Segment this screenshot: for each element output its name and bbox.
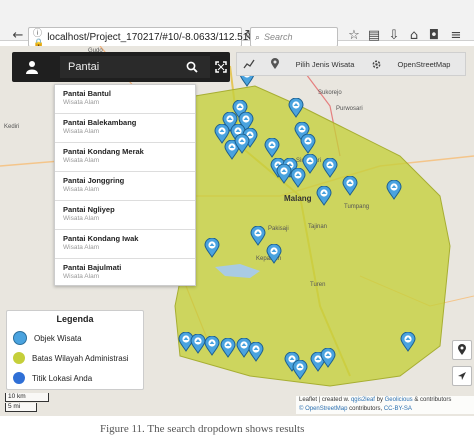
location-swatch-icon (13, 372, 25, 384)
result-item[interactable]: Pantai Bajulmati Wisata Alam (55, 259, 195, 288)
result-category: Wisata Alam (63, 273, 100, 280)
tourism-marker-icon[interactable] (288, 97, 304, 118)
chart-icon[interactable] (237, 53, 261, 75)
tourism-marker-icon[interactable] (204, 237, 220, 258)
attribution-text: by (374, 397, 385, 403)
legend-title: Legenda (56, 314, 94, 324)
browser-search-placeholder: Search (264, 32, 293, 42)
legend-row-objek: Objek Wisata (13, 329, 82, 347)
result-category: Wisata Alam (63, 186, 100, 193)
qgis2leaf-link[interactable]: qgis2leaf (351, 397, 375, 403)
pocket-icon[interactable]: ◘ (424, 25, 444, 45)
scale-bar: 10 km 5 mi (5, 393, 75, 413)
basemap-select[interactable]: OpenStreetMap (387, 53, 461, 75)
search-icon: ⌕ (255, 31, 261, 42)
menu-icon[interactable]: ≡ (446, 25, 466, 45)
result-name: Pantai Kondang Merak (63, 147, 144, 156)
legend-row-batas: Batas Wilayah Administrasi (13, 349, 128, 367)
tourism-marker-icon[interactable] (400, 331, 416, 352)
result-category: Wisata Alam (63, 244, 100, 251)
tourism-marker-icon[interactable] (248, 341, 264, 362)
category-select[interactable]: Pilih Jenis Wisata (289, 53, 361, 75)
search-icon[interactable] (182, 57, 202, 77)
bookmark-star-icon[interactable]: ☆ (344, 25, 364, 45)
attribution-text: Leaflet | created w. (299, 397, 351, 403)
figure-caption: Figure 11. The search dropdown shows res… (0, 418, 474, 440)
browser-toolbar: ← ⓘ 🔒 localhost/Project_170217/#10/-8.06… (0, 0, 474, 49)
back-icon[interactable]: ← (8, 25, 28, 45)
tourism-marker-icon[interactable] (264, 137, 280, 158)
tourism-marker-icon[interactable] (302, 153, 318, 174)
map-label-malang: Malang (284, 194, 312, 203)
scale-mi: 5 mi (5, 403, 37, 412)
tourism-marker-icon[interactable] (266, 243, 282, 264)
result-name: Pantai Kondang Iwak (63, 234, 139, 243)
result-item[interactable]: Pantai Kondang Merak Wisata Alam (55, 143, 195, 172)
tourism-marker-icon[interactable] (292, 359, 308, 380)
result-name: Pantai Ngliyep (63, 205, 115, 214)
map-label-kediri: Kediri (4, 124, 20, 130)
tourism-marker-icon[interactable] (316, 185, 332, 206)
fullscreen-icon[interactable] (212, 57, 230, 77)
region-swatch-icon (13, 352, 25, 364)
map-legend: Legenda Objek Wisata Batas Wilayah Admin… (6, 310, 144, 390)
user-icon[interactable] (12, 52, 52, 82)
result-item[interactable]: Pantai Bantul Wisata Alam (55, 85, 195, 114)
result-name: Pantai Bajulmati (63, 263, 122, 272)
downloads-icon[interactable]: ⇩ (384, 25, 404, 45)
map-label-sukorejo: Sukorejo (318, 90, 342, 96)
layers-gear-icon[interactable] (367, 53, 385, 75)
map-label-tumpang: Tumpang (344, 204, 370, 210)
map-label-pakisaji: Pakisaji (268, 226, 289, 232)
legend-label: Batas Wilayah Administrasi (32, 353, 129, 363)
result-category: Wisata Alam (63, 99, 100, 106)
tourism-marker-icon[interactable] (234, 133, 250, 154)
search-results-dropdown: Pantai Bantul Wisata Alam Pantai Balekamb… (54, 84, 196, 286)
tourism-marker-icon[interactable] (220, 337, 236, 358)
locate-me-icon[interactable] (452, 340, 472, 360)
map-label-turen: Turen (310, 282, 326, 288)
result-category: Wisata Alam (63, 215, 100, 222)
reading-list-icon[interactable]: ▤ (364, 25, 384, 45)
browser-search-input[interactable]: ⌕ Search (250, 27, 338, 47)
tourism-marker-icon[interactable] (320, 347, 336, 368)
map-label-tajinan: Tajinan (308, 224, 328, 230)
legend-label: Titik Lokasi Anda (32, 373, 93, 383)
map-control-bar: Pilih Jenis Wisata OpenStreetMap (236, 52, 466, 76)
legend-row-titik: Titik Lokasi Anda (13, 369, 92, 387)
geolicious-link[interactable]: Geolicious (385, 397, 413, 403)
result-item[interactable]: Pantai Jonggring Wisata Alam (55, 172, 195, 201)
map-attribution: Leaflet | created w. qgis2leaf by Geolic… (296, 396, 474, 414)
result-name: Pantai Jonggring (63, 176, 125, 185)
attribution-text: & contributors (412, 397, 452, 403)
tourism-marker-icon[interactable] (250, 225, 266, 246)
marker-swatch-icon (13, 331, 27, 345)
result-category: Wisata Alam (63, 157, 100, 164)
osm-link[interactable]: © OpenStreetMap (299, 406, 347, 412)
result-item[interactable]: Pantai Ngliyep Wisata Alam (55, 201, 195, 230)
result-category: Wisata Alam (63, 128, 100, 135)
scale-km: 10 km (5, 393, 49, 402)
tourism-marker-icon[interactable] (204, 335, 220, 356)
url-bar[interactable]: ⓘ 🔒 localhost/Project_170217/#10/-8.0633… (28, 27, 259, 49)
search-panel: Pantai (12, 52, 230, 82)
license-link[interactable]: CC-BY-SA (384, 406, 412, 412)
home-icon[interactable]: ⌂ (404, 25, 424, 45)
result-item[interactable]: Pantai Balekambang Wisata Alam (55, 114, 195, 143)
result-name: Pantai Bantul (63, 89, 111, 98)
navigate-arrow-icon[interactable] (452, 366, 472, 386)
pin-icon[interactable] (263, 53, 287, 75)
tourism-marker-icon[interactable] (386, 179, 402, 200)
result-item[interactable]: Pantai Kondang Iwak Wisata Alam (55, 230, 195, 259)
url-text: localhost/Project_170217/#10/-8.0633/112… (47, 31, 260, 43)
tourism-marker-icon[interactable] (342, 175, 358, 196)
result-name: Pantai Balekambang (63, 118, 137, 127)
tourism-marker-icon[interactable] (322, 157, 338, 178)
attribution-text: contributors, (347, 405, 383, 412)
tourism-marker-icon[interactable] (276, 163, 292, 184)
map-label-purwosari: Purwosari (336, 106, 363, 112)
tourism-marker-icon[interactable] (300, 133, 316, 154)
legend-label: Objek Wisata (34, 333, 82, 343)
